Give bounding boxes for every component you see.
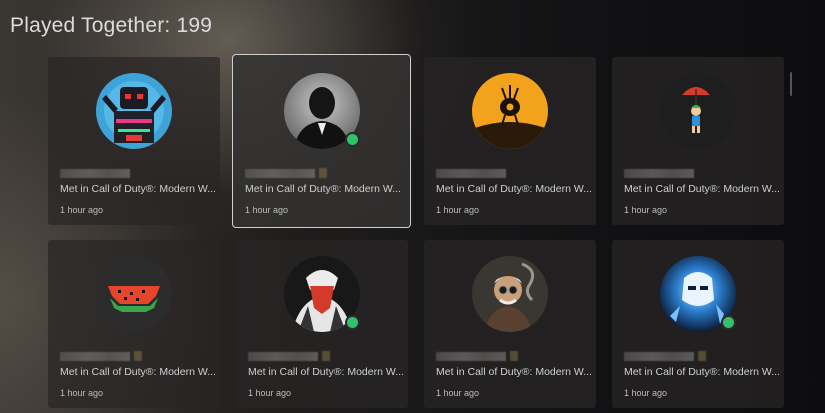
online-status-icon (344, 132, 360, 147)
blurred-username (248, 351, 330, 361)
page-title: Played Together: 199 (10, 14, 213, 37)
scrollbar[interactable] (790, 72, 792, 96)
timestamp: 1 hour ago (60, 205, 104, 215)
friend-card[interactable]: Met in Call of Duty®: Modern W... 1 hour… (612, 57, 784, 225)
timestamp: 1 hour ago (436, 388, 480, 398)
blurred-username (245, 168, 327, 178)
friend-card[interactable]: Met in Call of Duty®: Modern W... 1 hour… (48, 240, 220, 408)
met-in-text: Met in Call of Duty®: Modern W... (60, 183, 215, 195)
blurred-username (624, 351, 706, 361)
timestamp: 1 hour ago (245, 205, 289, 215)
blurred-username (436, 351, 518, 361)
avatar (472, 256, 548, 332)
friend-card[interactable]: Met in Call of Duty®: Modern W... 1 hour… (236, 240, 408, 408)
watermelon-icon (96, 256, 172, 332)
avatar (472, 73, 548, 149)
old-man-icon (472, 256, 548, 332)
friend-card[interactable]: Met in Call of Duty®: Modern W... 1 hour… (424, 240, 596, 408)
met-in-text: Met in Call of Duty®: Modern W... (248, 366, 403, 378)
avatar (283, 73, 360, 149)
avatar (660, 73, 736, 149)
timestamp: 1 hour ago (248, 388, 292, 398)
online-status-icon (721, 315, 736, 330)
timestamp: 1 hour ago (436, 205, 480, 215)
robot-icon (96, 73, 172, 149)
blurred-username (624, 169, 694, 178)
umbrella-kid-icon (660, 73, 736, 149)
avatar (96, 73, 172, 149)
friend-card[interactable]: Met in Call of Duty®: Modern W... 1 hour… (48, 57, 220, 225)
avatar (96, 256, 172, 332)
sunset-creature-icon (472, 73, 548, 149)
blurred-username (60, 169, 130, 178)
met-in-text: Met in Call of Duty®: Modern W... (624, 366, 779, 378)
met-in-text: Met in Call of Duty®: Modern W... (436, 366, 591, 378)
blurred-username (60, 351, 142, 361)
met-in-text: Met in Call of Duty®: Modern W... (60, 366, 215, 378)
timestamp: 1 hour ago (60, 388, 104, 398)
friend-card[interactable]: Met in Call of Duty®: Modern W... 1 hour… (612, 240, 784, 408)
avatar (284, 256, 360, 332)
timestamp: 1 hour ago (624, 388, 668, 398)
online-status-icon (345, 315, 360, 330)
avatar (660, 256, 736, 332)
friend-card[interactable]: Met in Call of Duty®: Modern W... 1 hour… (424, 57, 596, 225)
met-in-text: Met in Call of Duty®: Modern W... (245, 183, 400, 195)
blurred-username (436, 169, 506, 178)
friend-card-selected[interactable]: Met in Call of Duty®: Modern W... 1 hour… (232, 54, 411, 228)
met-in-text: Met in Call of Duty®: Modern W... (624, 183, 779, 195)
met-in-text: Met in Call of Duty®: Modern W... (436, 183, 591, 195)
timestamp: 1 hour ago (624, 205, 668, 215)
